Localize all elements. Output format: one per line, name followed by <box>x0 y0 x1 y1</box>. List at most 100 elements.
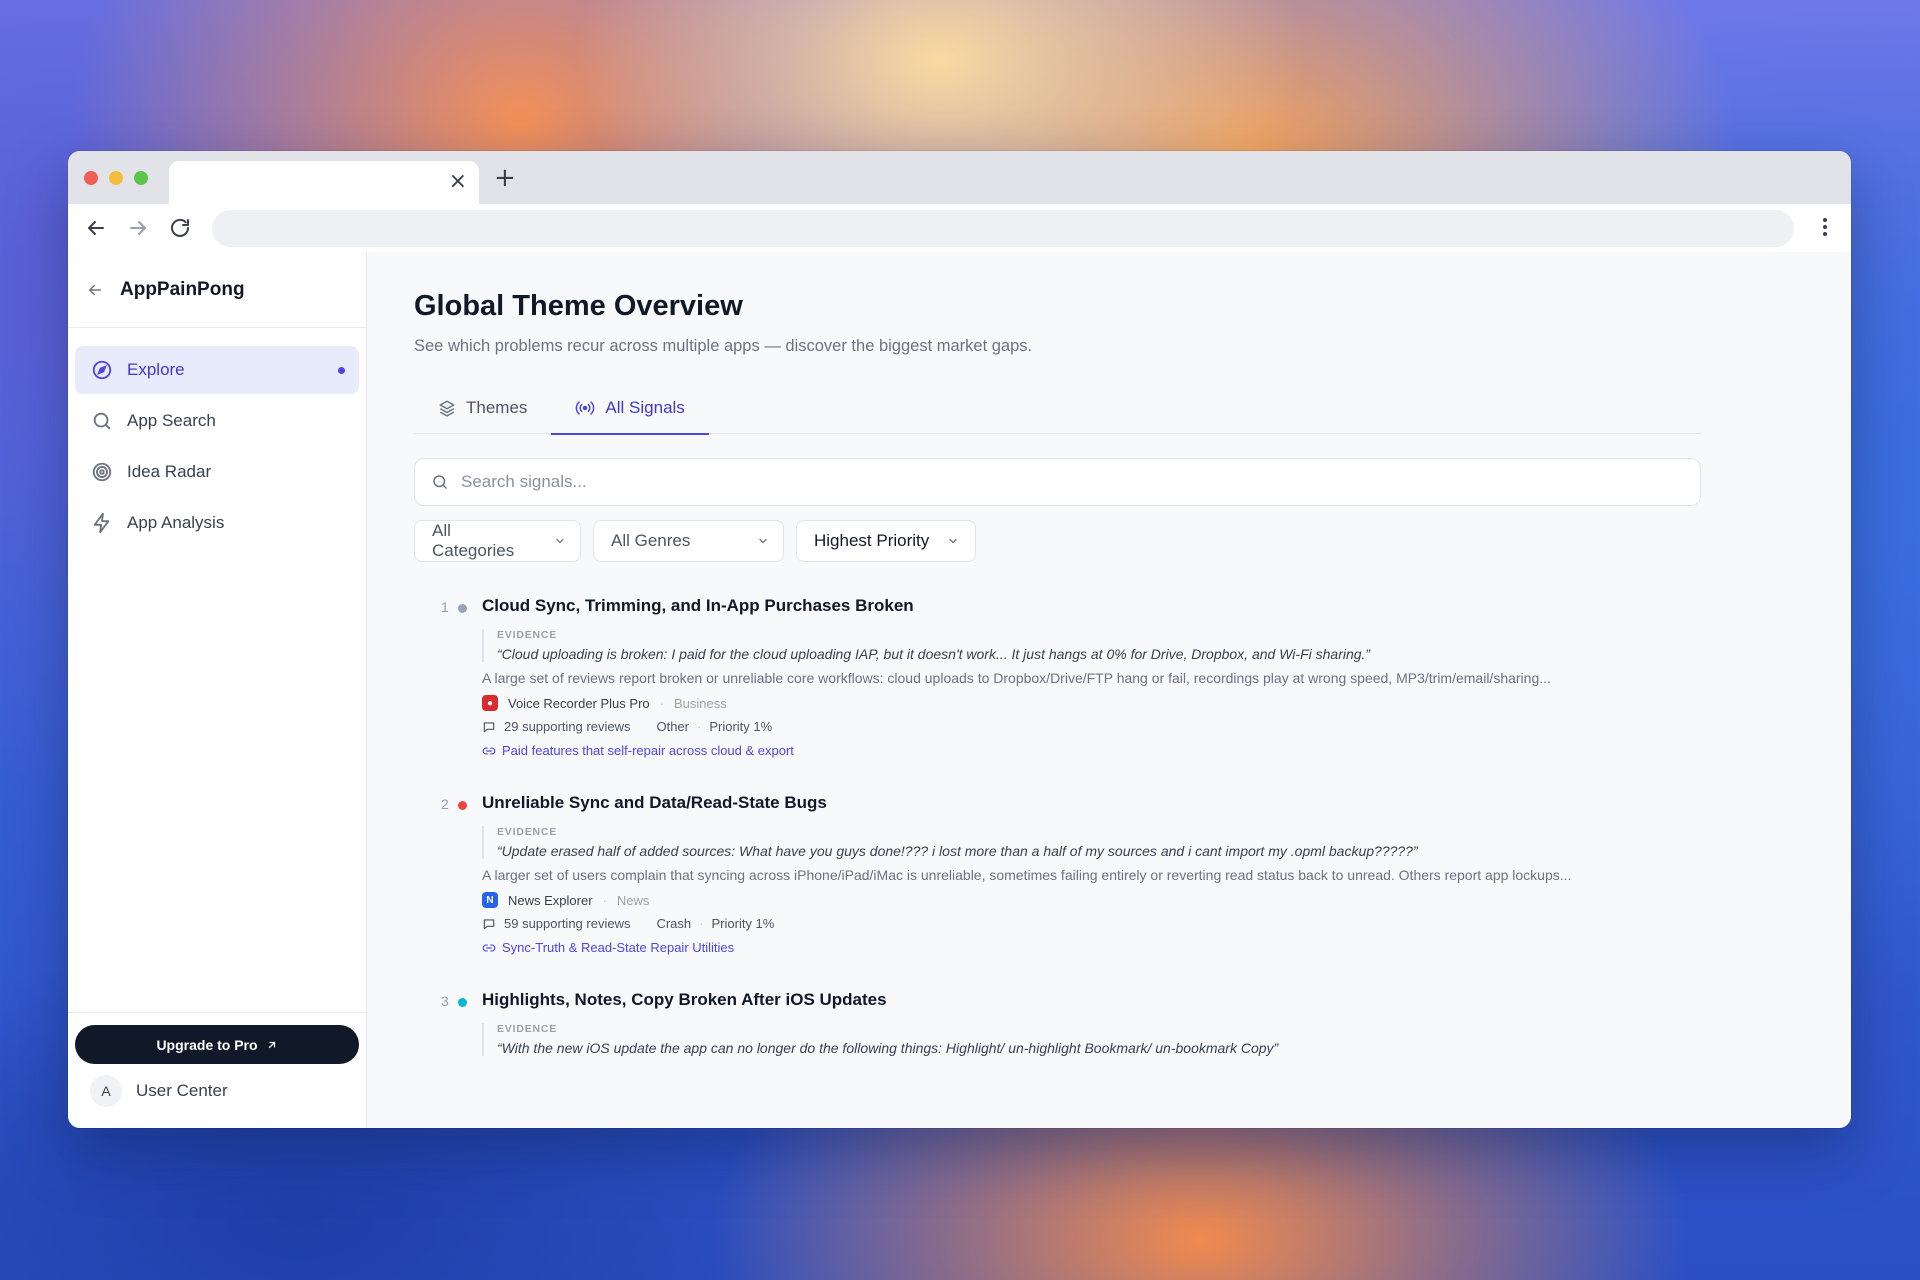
back-arrow-icon[interactable] <box>84 216 108 240</box>
evidence-quote: “With the new iOS update the app can no … <box>497 1040 1279 1056</box>
address-bar[interactable] <box>212 210 1794 247</box>
evidence-quote: “Cloud uploading is broken: I paid for t… <box>497 646 1371 662</box>
select-value: All Categories <box>432 521 515 560</box>
app-name[interactable]: Voice Recorder Plus Pro <box>508 696 650 711</box>
opportunity-link-label: Sync-Truth & Read-State Repair Utilities <box>502 940 735 955</box>
signal-rank: 1 <box>441 599 449 615</box>
view-tabs: Themes All Signals <box>414 382 1701 435</box>
broadcast-icon <box>576 401 595 415</box>
sidebar-item-label: Idea Radar <box>127 462 212 481</box>
maximize-window-button[interactable] <box>134 171 148 185</box>
user-center-link[interactable]: A User Center <box>75 1064 359 1118</box>
sort-select[interactable]: Highest Priority <box>796 520 976 562</box>
layers-icon <box>439 400 455 417</box>
app-genre: Business <box>673 695 727 711</box>
sidebar-nav: Explore App Search Idea Radar App Analys… <box>68 328 366 547</box>
signal-status-dot <box>458 604 467 613</box>
select-value: All Genres <box>611 531 691 550</box>
evidence-label: EVIDENCE <box>497 629 558 641</box>
sidebar-item-app-analysis[interactable]: App Analysis <box>75 499 359 547</box>
browser-tab[interactable]: × <box>169 161 479 204</box>
separator-dot: · <box>696 719 702 734</box>
main-content: Global Theme Overview See which problems… <box>367 252 1851 1128</box>
browser-toolbar <box>68 204 1851 252</box>
signal-stats: 59 supporting reviews Crash · Priority 1… <box>482 916 1701 931</box>
sidebar-footer: Upgrade to Pro A User Center <box>68 1012 366 1128</box>
chevron-down-icon <box>556 538 564 544</box>
tab-label: All Signals <box>605 398 685 417</box>
signal-item[interactable]: 2 Unreliable Sync and Data/Read-State Bu… <box>414 793 1701 955</box>
user-center-label: User Center <box>136 1081 228 1100</box>
search-icon <box>93 412 111 430</box>
opportunity-link[interactable]: Sync-Truth & Read-State Repair Utilities <box>482 940 1701 955</box>
signal-item[interactable]: 1 Cloud Sync, Trimming, and In-App Purch… <box>414 596 1701 758</box>
signal-app-meta: N News Explorer · News <box>482 892 1701 908</box>
signal-stats: 29 supporting reviews Other · Priority 1… <box>482 719 1701 734</box>
active-indicator <box>338 367 345 374</box>
avatar: A <box>90 1075 122 1107</box>
sidebar: AppPainPong Explore App Search Idea Rada… <box>68 252 367 1128</box>
browser-window: × + AppPainPong Explore App Search Idea … <box>68 151 1851 1128</box>
radar-icon <box>92 462 112 482</box>
upgrade-label: Upgrade to Pro <box>156 1036 258 1053</box>
tab-all-signals[interactable]: All Signals <box>551 382 710 435</box>
app-root: AppPainPong Explore App Search Idea Rada… <box>68 252 1851 1128</box>
app-name[interactable]: News Explorer <box>508 893 593 908</box>
separator-dot: · <box>602 892 607 908</box>
signal-priority: Priority 1% <box>709 719 773 734</box>
signal-status-dot <box>458 801 467 810</box>
sidebar-item-explore[interactable]: Explore <box>75 346 359 394</box>
compass-icon <box>92 360 112 380</box>
signal-title[interactable]: Cloud Sync, Trimming, and In-App Purchas… <box>482 596 1701 618</box>
chevron-down-icon <box>949 538 957 544</box>
tab-label: Themes <box>466 398 528 417</box>
new-tab-icon[interactable]: + <box>494 165 516 191</box>
signal-description: A larger set of users complain that sync… <box>482 867 1572 883</box>
search-input[interactable] <box>461 472 1661 492</box>
app-news-icon: N <box>482 892 498 908</box>
evidence-block: EVIDENCE “Cloud uploading is broken: I p… <box>482 629 1701 662</box>
signal-title[interactable]: Highlights, Notes, Copy Broken After iOS… <box>482 990 1701 1012</box>
chevron-down-icon <box>759 538 767 544</box>
evidence-block: EVIDENCE “Update erased half of added so… <box>482 826 1701 859</box>
app-genre: News <box>616 892 650 908</box>
sidebar-brand: AppPainPong <box>68 252 366 328</box>
page-title: Global Theme Overview <box>414 290 743 322</box>
browser-menu-icon[interactable] <box>1823 218 1827 239</box>
signal-description: A large set of reviews report broken or … <box>482 670 1551 686</box>
signal-priority: Priority 1% <box>711 916 775 931</box>
sidebar-item-label: Explore <box>127 360 185 379</box>
comment-icon <box>483 721 495 732</box>
close-window-button[interactable] <box>84 171 98 185</box>
external-arrow-icon <box>268 1041 275 1048</box>
app-brand-name: AppPainPong <box>120 278 245 300</box>
close-icon[interactable]: × <box>449 171 467 193</box>
back-arrow-icon[interactable] <box>86 281 104 299</box>
signal-app-meta: ● Voice Recorder Plus Pro · Business <box>482 695 1701 711</box>
minimize-window-button[interactable] <box>109 171 123 185</box>
forward-arrow-icon[interactable] <box>126 216 150 240</box>
upgrade-button[interactable]: Upgrade to Pro <box>75 1025 359 1064</box>
separator-dot: · <box>659 695 664 711</box>
opportunity-link-label: Paid features that self-repair across cl… <box>502 743 794 758</box>
link-icon <box>482 747 496 754</box>
sidebar-item-idea-radar[interactable]: Idea Radar <box>75 448 359 496</box>
reload-icon[interactable] <box>168 216 192 240</box>
signal-item[interactable]: 3 Highlights, Notes, Copy Broken After i… <box>414 990 1701 1056</box>
evidence-quote: “Update erased half of added sources: Wh… <box>497 843 1418 859</box>
evidence-label: EVIDENCE <box>497 1023 558 1035</box>
signal-status-dot <box>458 998 467 1007</box>
link-icon <box>482 944 496 951</box>
signal-rank: 3 <box>441 993 449 1009</box>
signal-title[interactable]: Unreliable Sync and Data/Read-State Bugs <box>482 793 1701 815</box>
opportunity-link[interactable]: Paid features that self-repair across cl… <box>482 743 1701 758</box>
tab-themes[interactable]: Themes <box>414 382 551 434</box>
page-subtitle: See which problems recur across multiple… <box>414 337 1033 355</box>
signal-rank: 2 <box>441 796 449 812</box>
category-filter-select[interactable]: All Categories <box>414 520 581 562</box>
app-microphone-icon: ● <box>482 695 498 711</box>
evidence-block: EVIDENCE “With the new iOS update the ap… <box>482 1023 1701 1056</box>
genre-filter-select[interactable]: All Genres <box>593 520 784 562</box>
review-count: 59 supporting reviews <box>504 916 631 931</box>
sidebar-item-app-search[interactable]: App Search <box>75 397 359 445</box>
